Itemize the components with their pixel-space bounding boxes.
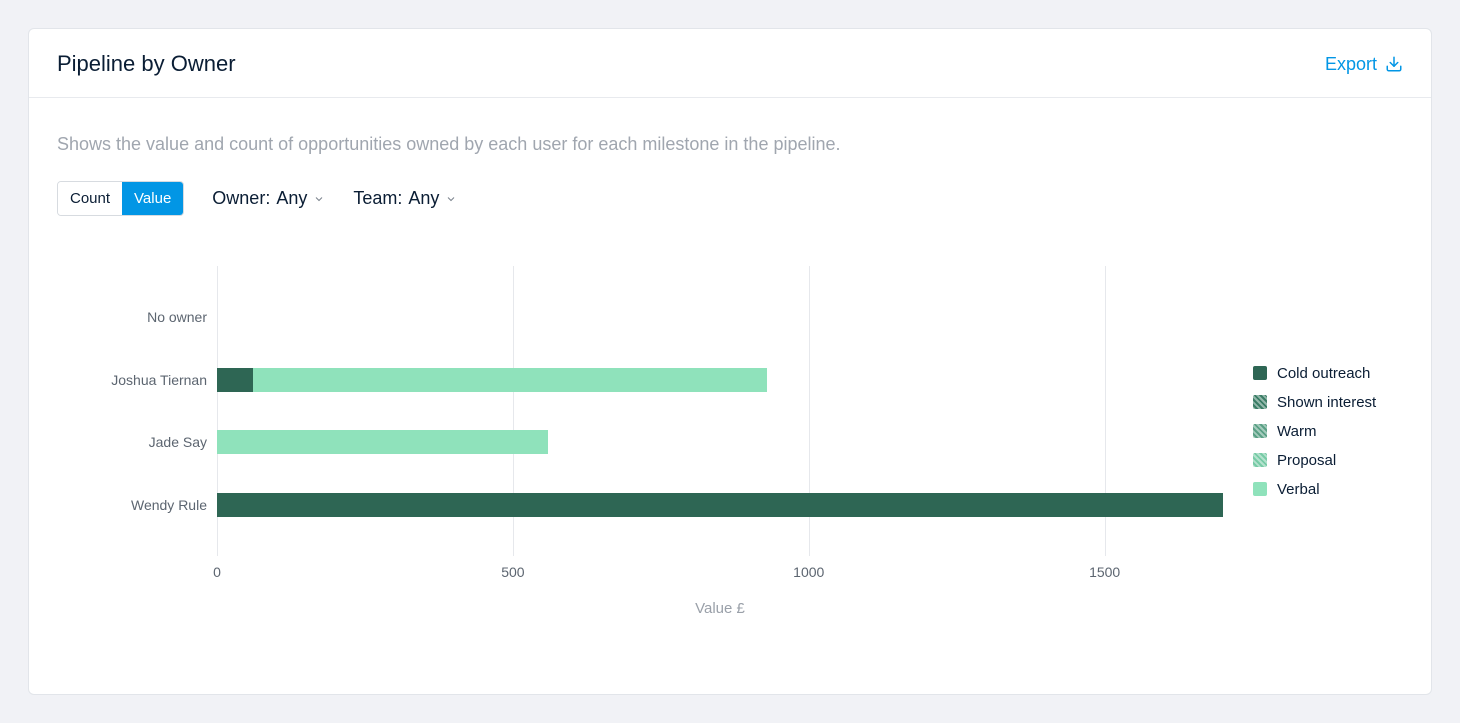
row-label: Joshua Tiernan xyxy=(57,372,207,388)
card-body: Shows the value and count of opportuniti… xyxy=(29,98,1431,624)
x-tick: 1500 xyxy=(1089,564,1120,580)
chart: No owner Joshua Tiernan Jade Say Wendy Rule… xyxy=(57,266,1403,596)
chart-row: Wendy Rule xyxy=(217,493,1223,517)
bar-stack xyxy=(217,368,1223,392)
bar-segment[interactable] xyxy=(217,493,1223,517)
toggle-count[interactable]: Count xyxy=(58,182,122,215)
team-filter: Team: Any xyxy=(353,188,457,209)
legend-item[interactable]: Proposal xyxy=(1253,452,1403,469)
legend-item[interactable]: Cold outreach xyxy=(1253,365,1403,382)
legend-label: Verbal xyxy=(1277,481,1320,498)
export-label: Export xyxy=(1325,54,1377,75)
owner-filter-value: Any xyxy=(276,188,307,209)
chart-legend: Cold outreach Shown interest Warm Proposal V… xyxy=(1233,266,1403,596)
owner-filter-dropdown[interactable]: Any xyxy=(276,188,325,209)
legend-label: Warm xyxy=(1277,423,1316,440)
legend-item[interactable]: Shown interest xyxy=(1253,394,1403,411)
export-button[interactable]: Export xyxy=(1325,54,1403,75)
report-card: Pipeline by Owner Export Shows the value… xyxy=(28,28,1432,695)
controls-row: Count Value Owner: Any Team: Any xyxy=(57,181,1403,216)
row-label: Wendy Rule xyxy=(57,497,207,513)
download-icon xyxy=(1385,55,1403,73)
legend-item[interactable]: Warm xyxy=(1253,423,1403,440)
metric-toggle: Count Value xyxy=(57,181,184,216)
owner-filter: Owner: Any xyxy=(212,188,325,209)
legend-swatch xyxy=(1253,482,1267,496)
row-label: Jade Say xyxy=(57,434,207,450)
legend-swatch xyxy=(1253,424,1267,438)
bar-segment[interactable] xyxy=(217,430,548,454)
report-description: Shows the value and count of opportuniti… xyxy=(57,134,1403,155)
bar-stack xyxy=(217,493,1223,517)
x-tick: 1000 xyxy=(793,564,824,580)
chart-row: No owner xyxy=(217,305,1223,329)
team-filter-dropdown[interactable]: Any xyxy=(408,188,457,209)
chart-row: Joshua Tiernan xyxy=(217,368,1223,392)
toggle-value[interactable]: Value xyxy=(122,182,183,215)
legend-swatch xyxy=(1253,395,1267,409)
team-filter-label: Team: xyxy=(353,188,402,209)
bar-stack xyxy=(217,430,1223,454)
bar-stack xyxy=(217,305,1223,329)
legend-label: Proposal xyxy=(1277,452,1336,469)
chevron-down-icon xyxy=(445,193,457,205)
chart-plot-area: No owner Joshua Tiernan Jade Say Wendy Rule… xyxy=(57,266,1233,596)
row-label: No owner xyxy=(57,309,207,325)
chevron-down-icon xyxy=(313,193,325,205)
card-header: Pipeline by Owner Export xyxy=(29,29,1431,98)
bar-segment[interactable] xyxy=(253,368,768,392)
chart-row: Jade Say xyxy=(217,430,1223,454)
team-filter-value: Any xyxy=(408,188,439,209)
legend-label: Cold outreach xyxy=(1277,365,1370,382)
bar-segment[interactable] xyxy=(217,368,253,392)
x-axis-label: Value £ xyxy=(695,600,745,617)
card-title: Pipeline by Owner xyxy=(57,51,236,77)
owner-filter-label: Owner: xyxy=(212,188,270,209)
legend-label: Shown interest xyxy=(1277,394,1376,411)
legend-item[interactable]: Verbal xyxy=(1253,481,1403,498)
legend-swatch xyxy=(1253,453,1267,467)
x-tick: 0 xyxy=(213,564,221,580)
x-tick: 500 xyxy=(501,564,524,580)
legend-swatch xyxy=(1253,366,1267,380)
